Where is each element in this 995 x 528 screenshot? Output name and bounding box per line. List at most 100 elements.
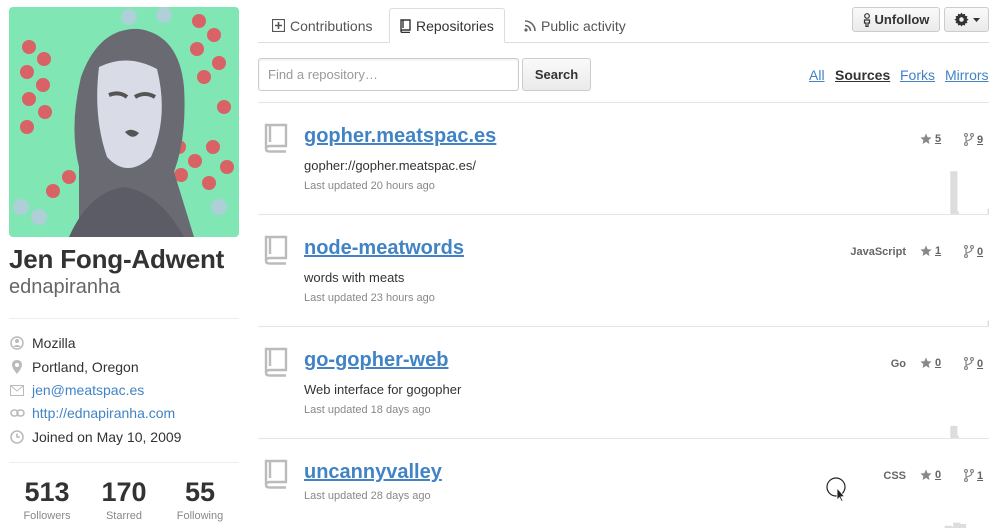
location-icon: [9, 359, 25, 375]
tab-public-activity[interactable]: Public activity: [514, 8, 636, 43]
stat-following[interactable]: 55 Following: [165, 476, 235, 522]
stat-following-count: 55: [184, 477, 216, 507]
repo-description: gopher://gopher.meatspac.es/: [304, 158, 477, 173]
repo-book-icon: [264, 459, 288, 492]
repo-language: CSS: [883, 470, 906, 482]
profile-username: ednapiranha: [9, 276, 121, 298]
repo-list-item: node-meatwords words with meats Last upd…: [258, 215, 989, 327]
repo-stars-count: 5: [935, 133, 942, 145]
detail-website[interactable]: http://ednapiranha.com: [9, 403, 175, 423]
repo-forks-count: 0: [977, 245, 984, 258]
link-icon: [9, 405, 25, 421]
repo-book-icon: [264, 235, 288, 268]
detail-email[interactable]: jen@meatspac.es: [9, 380, 144, 400]
stat-followers[interactable]: 513 Followers: [12, 476, 82, 522]
chevron-down-icon: [972, 17, 980, 22]
repo-stars-count: 0: [935, 357, 942, 369]
repo-forks[interactable]: 1: [964, 469, 983, 482]
details-divider: [9, 318, 239, 319]
filter-mirrors[interactable]: Mirrors: [945, 67, 989, 83]
detail-joined-text: Joined on May 10, 2009: [32, 429, 182, 445]
tab-public-activity-label: Public activity: [541, 17, 626, 34]
repo-forks[interactable]: 0: [964, 245, 983, 258]
stats-divider: [9, 462, 239, 463]
repo-activity-sparkline: [944, 522, 967, 528]
sparkline-bar: [951, 211, 959, 214]
person-icon: [863, 12, 871, 27]
repo-activity-sparkline: [950, 425, 959, 438]
detail-website-link[interactable]: http://ednapiranha.com: [32, 405, 175, 421]
tab-contributions-label: Contributions: [290, 17, 373, 34]
filter-forks[interactable]: Forks: [900, 67, 935, 83]
repo-stars-count: 1: [935, 245, 942, 257]
repo-activity-sparkline: [987, 320, 989, 326]
repo-list-item: go-gopher-web Web interface for gogopher…: [258, 327, 989, 439]
detail-location: Portland, Oregon: [9, 357, 139, 377]
gear-icon: [953, 12, 969, 27]
stat-starred-count: 170: [101, 477, 147, 507]
tab-repositories[interactable]: Repositories: [389, 8, 505, 43]
tab-repositories-label: Repositories: [416, 17, 494, 34]
repo-list-item: gopher.meatspac.es gopher://gopher.meats…: [258, 103, 989, 215]
repo-list-item: uncannyvalley Last updated 28 days ago C…: [258, 439, 989, 528]
repo-description: Web interface for gogopher: [304, 382, 462, 397]
sparkline-bar: [987, 320, 989, 326]
fork-icon: [964, 469, 974, 482]
fork-icon: [964, 245, 974, 258]
repo-activity-sparkline: [950, 171, 989, 214]
unfollow-button-label: Unfollow: [874, 12, 930, 27]
profile-full-name: Jen Fong-Adwent: [9, 244, 225, 274]
repo-stars[interactable]: 1: [920, 245, 941, 257]
settings-dropdown-button[interactable]: [944, 7, 989, 32]
stat-followers-label: Followers: [23, 510, 71, 522]
stat-starred-label: Starred: [105, 510, 143, 522]
detail-email-link[interactable]: jen@meatspac.es: [32, 382, 144, 398]
repo-stars[interactable]: 0: [920, 357, 941, 369]
repo-forks[interactable]: 0: [964, 357, 983, 370]
repo-language: JavaScript: [850, 246, 906, 258]
sparkline-bar: [951, 435, 959, 438]
detail-organization: Mozilla: [9, 333, 76, 353]
star-icon: [920, 469, 932, 481]
repo-name-link[interactable]: go-gopher-web: [304, 349, 448, 372]
rss-icon: [524, 19, 536, 32]
repo-stars[interactable]: 5: [920, 133, 941, 145]
organization-icon: [9, 335, 25, 351]
stat-starred[interactable]: 170 Starred: [89, 476, 159, 522]
filter-all[interactable]: All: [809, 67, 825, 83]
filter-sources[interactable]: Sources: [835, 67, 890, 83]
repo-description: words with meats: [304, 270, 405, 285]
search-button[interactable]: Search: [522, 58, 591, 91]
repo-language: Go: [890, 358, 906, 370]
repository-search-input[interactable]: [258, 58, 519, 91]
repo-forks-count: 9: [977, 133, 984, 146]
repo-book-icon: [264, 123, 288, 156]
repo-updated: Last updated 23 hours ago: [304, 292, 435, 304]
repo-stars-count: 0: [935, 469, 942, 481]
sparkline-bar: [950, 171, 958, 214]
unfollow-button[interactable]: Unfollow: [852, 7, 940, 32]
repo-name-link[interactable]: gopher.meatspac.es: [304, 125, 496, 148]
repo-name-link[interactable]: node-meatwords: [304, 237, 464, 260]
fork-icon: [964, 357, 974, 370]
star-icon: [920, 133, 932, 145]
repo-forks-count: 0: [977, 357, 984, 370]
repo-forks-count: 1: [977, 469, 984, 482]
mouse-cursor-icon: [826, 476, 850, 505]
fork-icon: [964, 133, 974, 146]
repo-forks[interactable]: 9: [964, 133, 983, 146]
repo-stars[interactable]: 0: [920, 469, 941, 481]
repo-book-icon: [264, 347, 288, 380]
detail-organization-text: Mozilla: [32, 335, 76, 351]
stat-following-label: Following: [176, 510, 224, 522]
repo-updated: Last updated 20 hours ago: [304, 180, 435, 192]
repo-updated: Last updated 18 days ago: [304, 404, 431, 416]
sparkline-bar: [987, 208, 989, 214]
tab-contributions[interactable]: Contributions: [262, 8, 383, 43]
avatar[interactable]: [9, 7, 239, 237]
stat-followers-count: 513: [24, 477, 70, 507]
contributions-icon: [272, 19, 285, 32]
repo-name-link[interactable]: uncannyvalley: [304, 461, 442, 484]
star-icon: [920, 245, 932, 257]
detail-location-text: Portland, Oregon: [32, 359, 139, 375]
